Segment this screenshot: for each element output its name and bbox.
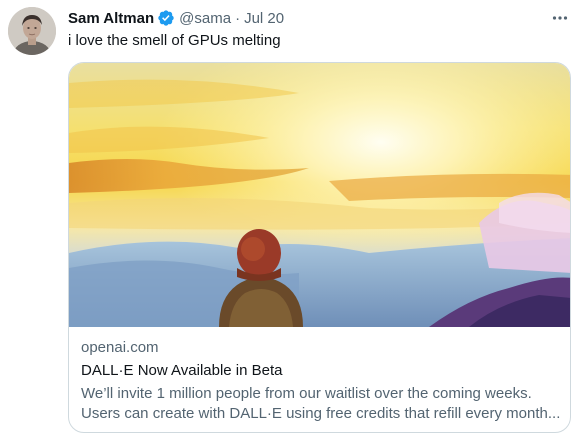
link-card[interactable]: openai.com DALL·E Now Available in Beta …: [68, 62, 571, 433]
card-body: openai.com DALL·E Now Available in Beta …: [81, 338, 561, 424]
author-handle[interactable]: @sama: [179, 10, 231, 27]
card-description: We’ll invite 1 million people from our w…: [81, 384, 561, 424]
tweet[interactable]: Sam Altman @sama · Jul 20 i love the sme…: [0, 0, 585, 444]
separator-dot: ·: [235, 9, 241, 27]
tweet-header: Sam Altman @sama · Jul 20: [68, 8, 284, 28]
card-title[interactable]: DALL·E Now Available in Beta: [81, 361, 561, 381]
more-options-icon[interactable]: [551, 9, 569, 27]
avatar-image: [8, 7, 56, 55]
avatar[interactable]: [8, 7, 56, 55]
verified-badge-icon: [157, 9, 175, 27]
author-name[interactable]: Sam Altman: [68, 10, 154, 27]
card-domain: openai.com: [81, 339, 159, 356]
tweet-text: i love the smell of GPUs melting: [68, 32, 281, 49]
tweet-timestamp[interactable]: Jul 20: [244, 10, 284, 27]
card-description-line-1: We’ll invite 1 million people from our w…: [81, 385, 532, 402]
card-image[interactable]: [69, 63, 571, 327]
card-description-line-2: Users can create with DALL·E using free …: [81, 405, 561, 422]
